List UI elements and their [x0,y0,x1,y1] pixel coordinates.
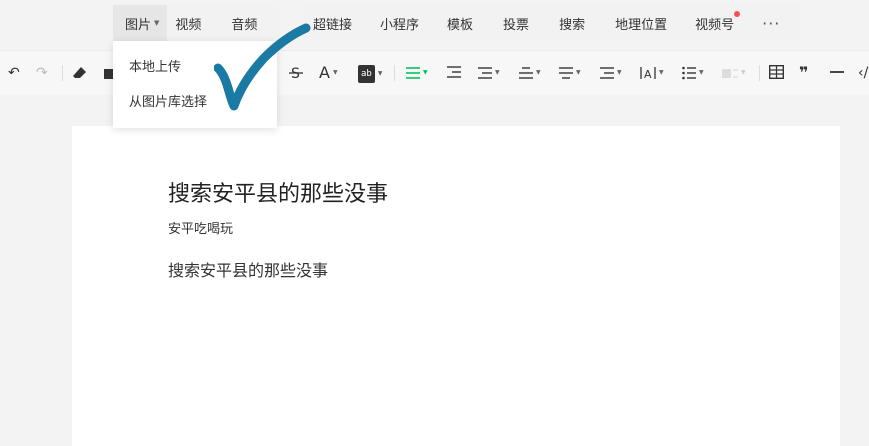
font-color-button[interactable]: A ▼ [319,65,338,81]
insert-image-label: 图片 [125,17,152,33]
article-title[interactable]: 搜索安平县的那些没事 [168,176,388,208]
toolbar-divider [62,65,63,81]
toolbar-divider [394,65,395,81]
insert-template-button[interactable]: 模板 [447,14,473,33]
highlight-icon: ab [358,65,375,83]
insert-search-button[interactable]: 搜索 [559,14,585,33]
insert-mini-program-button[interactable]: 小程序 [380,14,419,33]
notification-dot [734,10,741,17]
paragraph-spacing-before-button[interactable]: ▼ [519,65,541,81]
indent-icon[interactable] [447,65,461,79]
undo-icon[interactable]: ↶ [8,65,20,81]
insert-location-button[interactable]: 地理位置 [615,14,667,33]
table-icon[interactable] [769,65,784,79]
line-spacing-button[interactable]: ▼ [478,65,500,81]
font-color-icon: A [319,63,330,82]
toolbar-divider [759,65,760,81]
highlight-button[interactable]: ab ▼ [358,65,382,83]
article-author[interactable]: 安平吃喝玩 [168,218,233,237]
more-icon[interactable]: ··· [762,14,780,33]
float-button[interactable]: ▼ [722,65,746,81]
insert-video-button[interactable]: 视频 [175,14,201,33]
code-icon[interactable]: ‹/ [858,65,868,81]
document-canvas[interactable]: 搜索安平县的那些没事 安平吃喝玩 搜索安平县的那些没事 [72,126,840,446]
quote-icon[interactable]: ❞ [799,65,808,81]
content-insert-group: 超链接 小程序 模板 投票 搜索 地理位置 视频号 ··· [303,5,801,41]
redo-icon[interactable]: ↷ [36,65,48,81]
insert-hyperlink-button[interactable]: 超链接 [313,14,352,33]
paragraph-spacing-after-button[interactable]: ▼ [559,65,581,81]
align-justify-button[interactable]: ▼ [406,65,428,81]
chevron-down-icon: ▼ [154,19,160,27]
clear-format-icon[interactable] [72,65,88,81]
article-body[interactable]: 搜索安平县的那些没事 [168,257,328,281]
insert-channels-label: 视频号 [695,17,735,33]
insert-vote-button[interactable]: 投票 [503,14,529,33]
horizontal-rule-icon[interactable] [830,65,844,79]
insert-channels-button[interactable]: 视频号 [695,10,741,33]
svg-text:A: A [644,68,652,80]
list-button[interactable]: ▼ [682,65,704,81]
indent-both-button[interactable]: ▼ [600,65,622,81]
checkmark-icon [214,23,311,111]
insert-image-button[interactable]: 图片 ▼ [113,5,168,41]
letter-spacing-button[interactable]: A ▼ [640,65,664,81]
